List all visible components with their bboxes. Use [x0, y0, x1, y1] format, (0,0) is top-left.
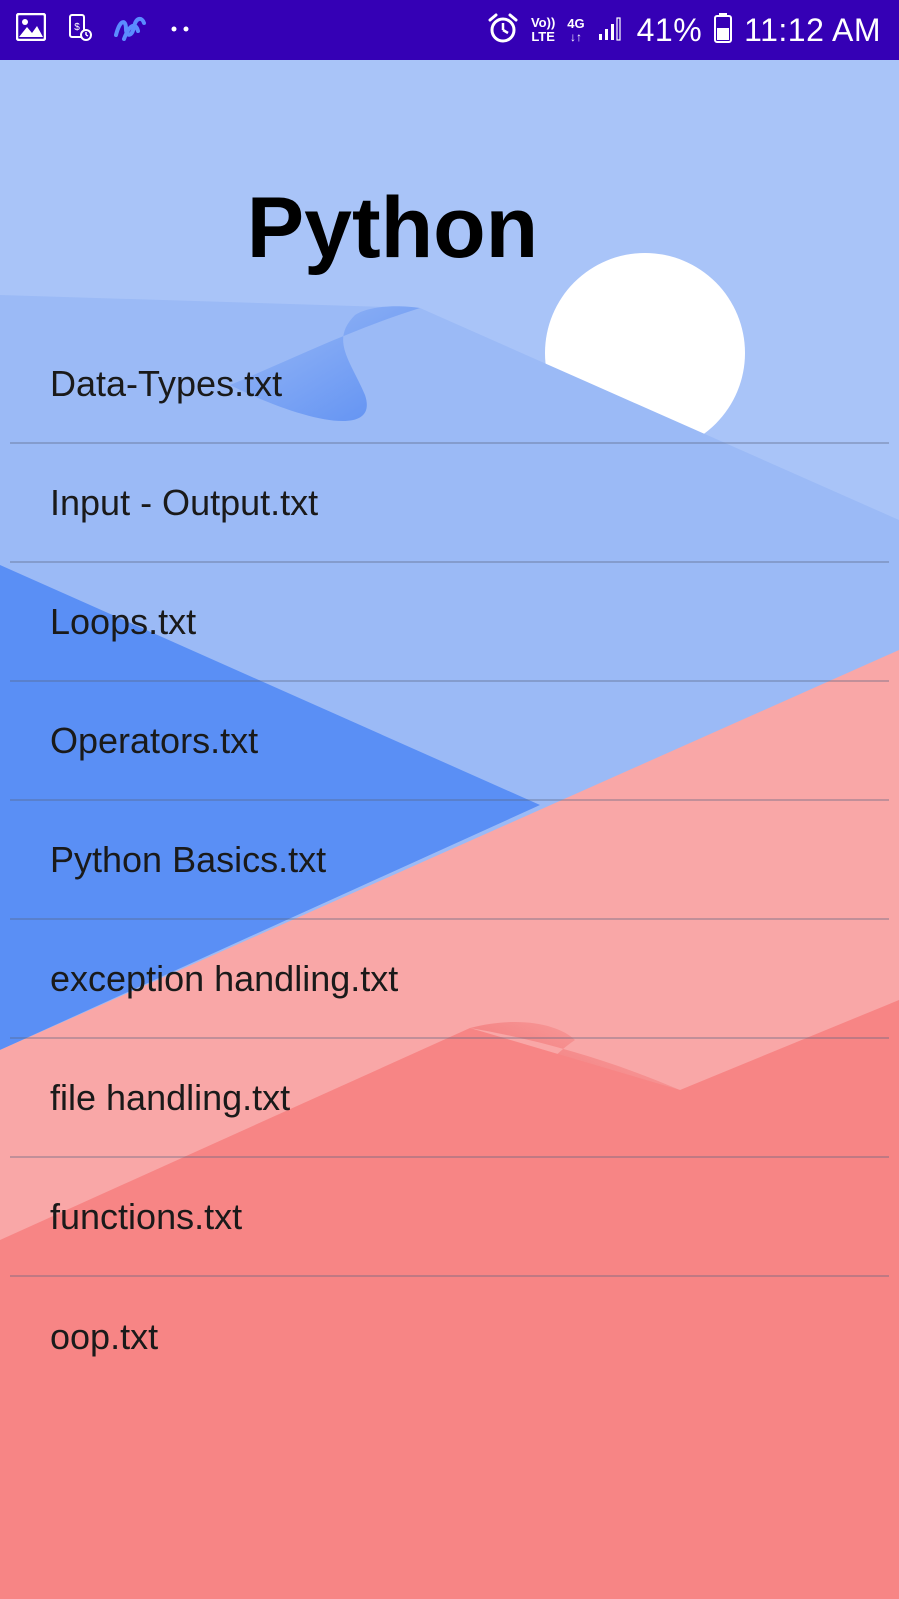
list-item-exception-handling[interactable]: exception handling.txt: [10, 920, 889, 1039]
screen: $ Vo)) LTE 4G ↓↑ 41% 11:12 AM Python Dat…: [0, 0, 899, 1599]
status-bar: $ Vo)) LTE 4G ↓↑ 41% 11:12 AM: [0, 0, 899, 60]
list-item-loops[interactable]: Loops.txt: [10, 563, 889, 682]
list-item-python-basics[interactable]: Python Basics.txt: [10, 801, 889, 920]
battery-icon: [714, 12, 733, 49]
volte-label-bottom: LTE: [531, 29, 555, 44]
page-title: Python: [246, 180, 539, 276]
list-item-label: functions.txt: [50, 1195, 243, 1237]
list-item-input-output[interactable]: Input - Output.txt: [10, 444, 889, 563]
alarm-icon: [487, 12, 519, 49]
list-item-label: Operators.txt: [50, 719, 259, 761]
list-item-label: Python Basics.txt: [50, 838, 327, 880]
battery-percent: 41%: [636, 11, 703, 48]
4g-icon: 4G ↓↑: [567, 16, 585, 44]
status-left: $: [15, 12, 192, 47]
status-time: 11:12 AM: [744, 11, 881, 48]
card-payment-icon: $: [68, 12, 92, 47]
more-notifications-icon: [170, 21, 192, 39]
file-list: Data-Types.txt Input - Output.txt Loops.…: [10, 325, 889, 1396]
network-label: 4G: [567, 16, 585, 31]
gallery-icon: [15, 12, 47, 46]
list-item-operators[interactable]: Operators.txt: [10, 682, 889, 801]
list-item-label: Input - Output.txt: [50, 481, 319, 523]
volte-icon: Vo)) LTE: [531, 16, 555, 44]
app-logo-icon: [114, 13, 148, 46]
list-item-file-handling[interactable]: file handling.txt: [10, 1039, 889, 1158]
list-item-label: oop.txt: [50, 1315, 159, 1357]
list-item-functions[interactable]: functions.txt: [10, 1158, 889, 1277]
signal-icon: [597, 14, 625, 47]
list-item-label: Loops.txt: [50, 600, 197, 642]
svg-text:$: $: [74, 22, 80, 33]
list-item-label: exception handling.txt: [50, 957, 399, 999]
volte-label-top: Vo)): [530, 15, 556, 30]
list-item-label: Data-Types.txt: [50, 362, 283, 404]
status-right: Vo)) LTE 4G ↓↑ 41% 11:12 AM: [487, 0, 881, 60]
list-item-oop[interactable]: oop.txt: [10, 1277, 889, 1396]
list-item-label: file handling.txt: [50, 1076, 291, 1118]
list-item-data-types[interactable]: Data-Types.txt: [10, 325, 889, 444]
